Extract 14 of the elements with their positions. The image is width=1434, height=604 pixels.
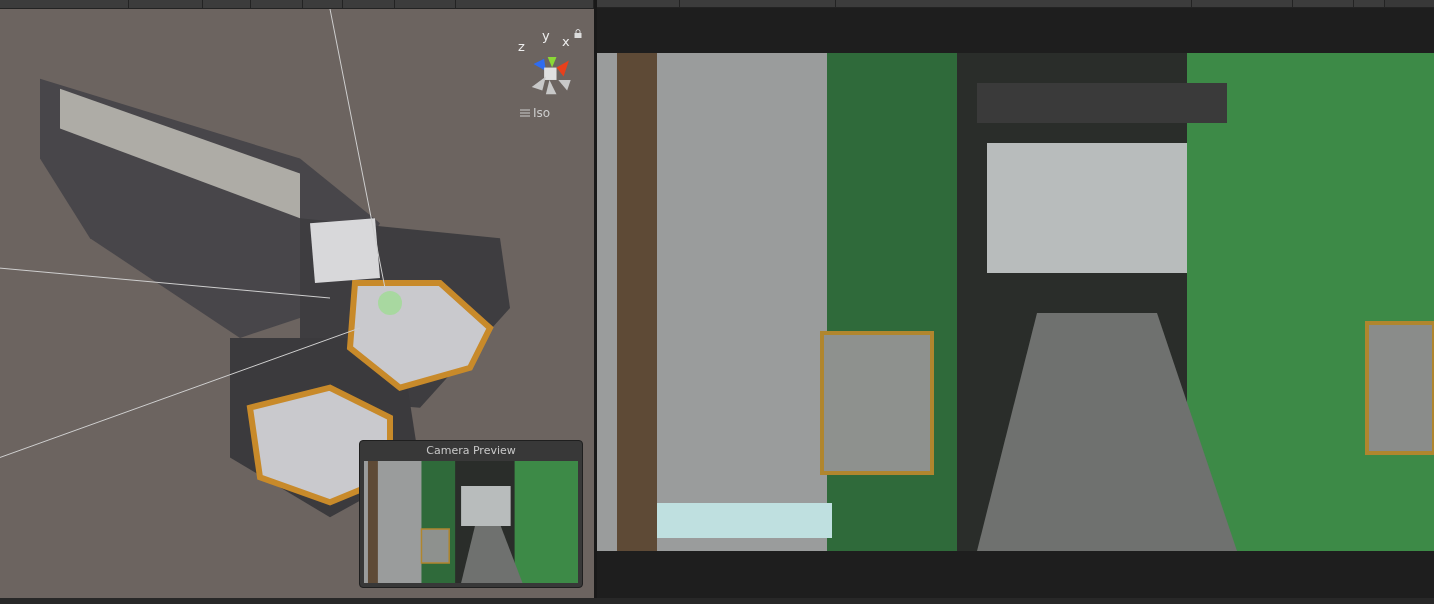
toolbar-button[interactable] (395, 0, 457, 8)
toolbar-button[interactable] (836, 0, 1192, 7)
toolbar-button[interactable] (203, 0, 252, 8)
toolbar-button[interactable] (680, 0, 836, 7)
toolbar-button[interactable] (342, 0, 396, 8)
toolbar-button[interactable] (0, 0, 130, 8)
toolbar-button[interactable] (597, 0, 680, 7)
toolbar-button[interactable] (1354, 0, 1385, 7)
toolbar-button[interactable] (303, 0, 343, 8)
toolbar-button[interactable] (456, 0, 594, 8)
toolbar-button[interactable] (129, 0, 204, 8)
toolbar-button[interactable] (251, 0, 304, 8)
toolbar-button[interactable] (1293, 0, 1354, 7)
toolbar-button[interactable] (1192, 0, 1293, 7)
